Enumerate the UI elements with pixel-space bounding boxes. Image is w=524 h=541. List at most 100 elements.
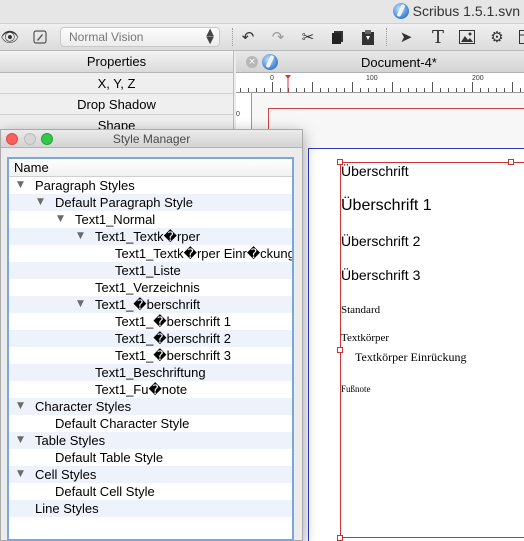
style-manager-title: Style Manager: [112, 132, 191, 146]
tree-item[interactable]: Default Cell Style: [9, 483, 292, 500]
frame-handle[interactable]: [508, 159, 514, 165]
style-manager-titlebar[interactable]: Style Manager: [1, 130, 302, 148]
gear-icon[interactable]: ⚙: [487, 27, 507, 47]
undo-icon[interactable]: ↶: [238, 27, 258, 47]
expand-arrow-icon[interactable]: ▼: [77, 228, 84, 245]
tree-item[interactable]: Text1_�berschrift 3: [9, 347, 292, 364]
ruler-tick: [240, 88, 241, 92]
expand-arrow-icon[interactable]: ▼: [57, 211, 64, 228]
vision-mode-value: Normal Vision: [69, 30, 144, 44]
tree-item-label: Text1_Normal: [75, 212, 156, 227]
tree-item-label: Text1_�berschrift: [95, 297, 201, 312]
expand-arrow-icon[interactable]: ▼: [77, 296, 84, 313]
tree-item[interactable]: Line Styles: [9, 500, 292, 517]
expand-arrow-icon[interactable]: ▼: [17, 177, 24, 194]
tree-item[interactable]: ▼ Cell Styles: [9, 466, 292, 483]
tree-item[interactable]: Text1_Liste: [9, 262, 292, 279]
tree-item[interactable]: Default Character Style: [9, 415, 292, 432]
ruler-tick: [248, 88, 249, 92]
ruler-tick: [416, 88, 417, 92]
tree-item[interactable]: Text1_�berschrift 2: [9, 330, 292, 347]
select-pointer-icon[interactable]: ➤: [396, 27, 416, 47]
table-icon[interactable]: [514, 27, 524, 47]
document-title: Document-4*: [361, 55, 437, 70]
ruler-tick: [448, 88, 449, 92]
doc-text-heading-2: Überschrift 2: [341, 233, 421, 249]
frame-handle[interactable]: [337, 535, 343, 541]
ruler-tick: [264, 88, 265, 92]
properties-section-xyz[interactable]: X, Y, Z: [0, 73, 233, 94]
tree-item[interactable]: ▼ Text1_Normal: [9, 211, 292, 228]
doc-text-heading: Überschrift: [341, 163, 409, 179]
copy-icon[interactable]: [328, 27, 348, 47]
document-tab[interactable]: × Document-4*: [236, 51, 524, 73]
app-title: Scribus 1.5.1.svn: [392, 3, 520, 19]
tree-item-label: Default Cell Style: [55, 484, 155, 499]
edit-mode-icon[interactable]: [30, 27, 50, 47]
tree-item-label: Text1_Beschriftung: [95, 365, 206, 380]
doc-text-heading-1: Überschrift 1: [341, 197, 432, 214]
tree-item[interactable]: ▼ Paragraph Styles: [9, 177, 292, 194]
ruler-position-marker: [285, 75, 291, 93]
tree-item[interactable]: ▼ Text1_�berschrift: [9, 296, 292, 313]
expand-arrow-icon[interactable]: ▼: [17, 432, 24, 449]
ruler-tick: [360, 88, 361, 92]
tree-item[interactable]: Text1_Textk�rper Einr�ckung: [9, 245, 292, 262]
tree-item[interactable]: ▼ Character Styles: [9, 398, 292, 415]
tree-item-label: Text1_Textk�rper: [95, 229, 201, 244]
ruler-tick: [320, 88, 321, 92]
ruler-tick: [424, 88, 425, 92]
tree-item-label: Text1_�berschrift 2: [115, 331, 231, 346]
tree-item[interactable]: ▼ Table Styles: [9, 432, 292, 449]
ruler-tick: [392, 82, 393, 92]
tree-item-label: Paragraph Styles: [35, 178, 135, 193]
ruler-tick: [408, 88, 409, 92]
tree-item[interactable]: ▼ Text1_Textk�rper: [9, 228, 292, 245]
expand-arrow-icon[interactable]: ▼: [17, 466, 24, 483]
vision-mode-select[interactable]: Normal Vision ▲ ▼: [60, 27, 220, 47]
tree-item[interactable]: Text1_Beschriftung: [9, 364, 292, 381]
tree-item-label: Text1_�berschrift 3: [115, 348, 231, 363]
toolbar-separator: [386, 28, 387, 46]
ruler-tick: [304, 88, 305, 92]
ruler-tick: [504, 88, 505, 92]
ruler-tick: [472, 82, 473, 92]
tree-item[interactable]: Default Table Style: [9, 449, 292, 466]
ruler-tick: [440, 88, 441, 92]
properties-title: Properties: [0, 51, 233, 73]
eye-icon[interactable]: 👁: [0, 27, 20, 47]
close-tab-icon[interactable]: ×: [246, 56, 258, 68]
select-arrows-icon: ▲ ▼: [206, 27, 214, 46]
tree-item-label: Character Styles: [35, 399, 132, 414]
ruler-tick: [432, 82, 433, 92]
paste-icon[interactable]: [358, 27, 378, 47]
main-toolbar: 👁 Normal Vision ▲ ▼ ↶ ↷ ✂ ➤ T ⚙: [0, 24, 524, 51]
expand-arrow-icon[interactable]: ▼: [37, 194, 44, 211]
cut-icon[interactable]: ✂: [298, 27, 318, 47]
ruler-tick: [312, 82, 313, 92]
ruler-tick: [400, 88, 401, 92]
app-title-text: Scribus 1.5.1.svn: [412, 3, 520, 19]
redo-icon[interactable]: ↷: [268, 27, 288, 47]
tree-item-label: Text1_�berschrift 1: [115, 314, 231, 329]
tree-item-label: Default Table Style: [55, 450, 164, 465]
ruler-tick: [344, 88, 345, 92]
tree-item[interactable]: ▼ Default Paragraph Style: [9, 194, 292, 211]
horizontal-ruler[interactable]: 0 100 200: [236, 73, 524, 93]
ruler-tick: [328, 88, 329, 92]
properties-section-drop-shadow[interactable]: Drop Shadow: [0, 94, 233, 115]
style-tree[interactable]: Name ▼ Paragraph Styles ▼ Default Paragraph…: [7, 157, 294, 541]
tree-item[interactable]: Text1_Verzeichnis: [9, 279, 292, 296]
expand-arrow-icon[interactable]: ▼: [17, 398, 24, 415]
ruler-tick: [376, 88, 377, 92]
ruler-tick: [520, 88, 521, 92]
text-frame-icon[interactable]: T: [428, 27, 448, 48]
image-frame-icon[interactable]: [457, 27, 477, 47]
frame-handle[interactable]: [337, 347, 343, 353]
tree-item[interactable]: Text1_Fu�note: [9, 381, 292, 398]
tree-item[interactable]: Text1_�berschrift 1: [9, 313, 292, 330]
tree-column-header-name[interactable]: Name: [9, 159, 292, 177]
ruler-tick: [352, 82, 353, 92]
ruler-tick: [368, 88, 369, 92]
ruler-tick: [280, 88, 281, 92]
